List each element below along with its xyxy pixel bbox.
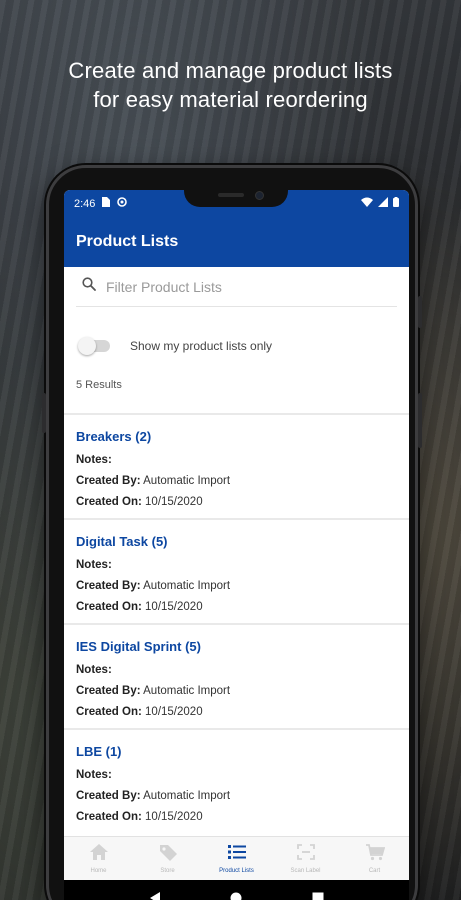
home-button-icon[interactable] — [230, 891, 242, 900]
data-saver-icon — [117, 197, 128, 210]
nav-scan-label-text: Scan Label — [290, 868, 321, 874]
recents-icon[interactable] — [312, 891, 324, 900]
nav-cart-label: Cart — [368, 868, 381, 874]
created-on-label: Created On: — [76, 601, 142, 613]
nav-home-label: Home — [90, 868, 107, 874]
app-bar: Product Lists — [64, 217, 409, 267]
toggle-label: Show my product lists only — [130, 338, 273, 353]
created-on-label: Created On: — [76, 496, 142, 508]
power-button — [418, 393, 422, 448]
product-list: Breakers (2) Notes: Created By: Automati… — [64, 413, 409, 833]
created-by-value: Automatic Import — [143, 685, 231, 697]
bottom-navigation: Home Store Product Lists Scan Label Cart — [64, 836, 409, 880]
created-by-label: Created By: — [76, 475, 141, 487]
created-by-label: Created By: — [76, 790, 141, 802]
created-by-label: Created By: — [76, 580, 141, 592]
scan-icon — [296, 843, 316, 866]
created-by-value: Automatic Import — [143, 790, 231, 802]
list-item[interactable]: IES Digital Sprint (5) Notes: Created By… — [64, 625, 409, 728]
nav-scan-label[interactable]: Scan Label — [271, 837, 340, 880]
notes-label: Notes: — [76, 454, 112, 466]
list-item-title[interactable]: Digital Task (5) — [76, 534, 397, 555]
notes-label: Notes: — [76, 559, 112, 571]
home-icon — [89, 843, 109, 866]
filter-toggle-row: Show my product lists only — [64, 307, 409, 363]
created-by-value: Automatic Import — [143, 580, 231, 592]
scroll-fade — [64, 818, 409, 836]
promo-line-2: for easy material reordering — [93, 87, 368, 112]
list-icon — [227, 843, 247, 866]
list-item-title[interactable]: LBE (1) — [76, 744, 397, 765]
side-key — [42, 393, 46, 433]
page-title: Product Lists — [76, 233, 179, 250]
sim-icon — [102, 197, 111, 210]
camera-notch — [184, 190, 288, 207]
system-navigation-bar — [64, 880, 409, 900]
search-icon — [82, 277, 96, 296]
nav-cart[interactable]: Cart — [340, 837, 409, 880]
nav-product-lists-label: Product Lists — [219, 868, 254, 874]
list-item[interactable]: Breakers (2) Notes: Created By: Automati… — [64, 415, 409, 518]
battery-icon — [393, 197, 399, 210]
created-on-label: Created On: — [76, 706, 142, 718]
notes-label: Notes: — [76, 664, 112, 676]
wifi-icon — [361, 197, 373, 210]
created-on-value: 10/15/2020 — [145, 496, 203, 508]
my-lists-toggle[interactable] — [78, 336, 110, 355]
created-on-value: 10/15/2020 — [145, 706, 203, 718]
promo-line-1: Create and manage product lists — [68, 58, 393, 83]
created-by-label: Created By: — [76, 685, 141, 697]
nav-home[interactable]: Home — [64, 837, 133, 880]
app-screen: 2:46 Product Lists Filter Product Lists … — [64, 190, 409, 880]
tag-icon — [158, 843, 178, 866]
list-item-title[interactable]: IES Digital Sprint (5) — [76, 639, 397, 660]
front-camera — [255, 191, 264, 200]
promo-headline: Create and manage product lists for easy… — [0, 56, 461, 114]
results-count: 5 Results — [76, 379, 122, 391]
created-by-value: Automatic Import — [143, 475, 231, 487]
search-bar[interactable] — [76, 267, 397, 307]
list-item-title[interactable]: Breakers (2) — [76, 429, 397, 450]
signal-icon — [378, 197, 388, 210]
volume-button — [418, 296, 422, 328]
nav-store[interactable]: Store — [133, 837, 202, 880]
search-input[interactable] — [106, 278, 366, 295]
nav-store-label: Store — [160, 868, 175, 874]
notes-label: Notes: — [76, 769, 112, 781]
list-item[interactable]: Digital Task (5) Notes: Created By: Auto… — [64, 520, 409, 623]
cart-icon — [365, 843, 385, 866]
nav-product-lists[interactable]: Product Lists — [202, 837, 271, 880]
earpiece-speaker — [218, 193, 244, 197]
created-on-value: 10/15/2020 — [145, 601, 203, 613]
back-icon[interactable] — [149, 891, 161, 900]
toggle-knob — [78, 336, 96, 355]
status-time: 2:46 — [74, 197, 96, 210]
phone-frame: 2:46 Product Lists Filter Product Lists … — [42, 165, 422, 900]
